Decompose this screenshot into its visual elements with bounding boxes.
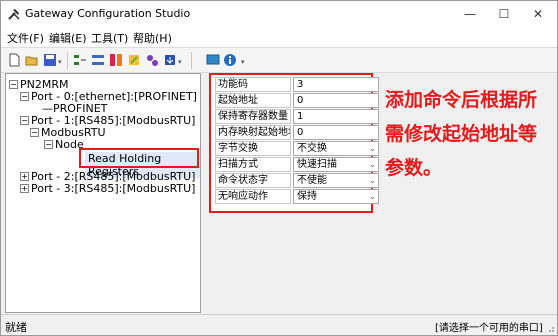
no-response-action-select[interactable]: 保持 ⌄ [293, 189, 379, 204]
maximize-button[interactable]: ☐ [487, 1, 521, 27]
menu-bar: 文件(F) 编辑(E) 工具(T) 帮助(H) [1, 27, 557, 47]
property-row: 字节交换 不交换 ⌄ [215, 141, 379, 156]
chevron-down-icon[interactable]: ▾ [178, 58, 182, 66]
chevron-down-icon[interactable]: ⌄ [369, 190, 376, 203]
property-label: 扫描方式 [215, 157, 291, 172]
scan-mode-select[interactable]: 快速扫描 ⌄ [293, 157, 379, 172]
info-icon[interactable] [223, 53, 237, 67]
expand-icon[interactable]: + [20, 184, 29, 193]
property-label: 起始地址 [215, 93, 291, 108]
app-window: Gateway Configuration Studio — ☐ ✕ 文件(F)… [0, 0, 558, 336]
collapse-icon[interactable]: − [20, 92, 29, 101]
menu-help[interactable]: 帮助(H) [133, 30, 172, 46]
property-row: 功能码 3 [215, 77, 379, 92]
function-code-field[interactable]: 3 [293, 77, 379, 92]
status-text: 就绪 [5, 321, 27, 334]
save-icon[interactable] [43, 53, 57, 67]
command-status-select[interactable]: 不使能 ⌄ [293, 173, 379, 188]
property-row: 起始地址 0 [215, 93, 379, 108]
property-label: 保持寄存器数量 [215, 109, 291, 124]
property-label: 功能码 [215, 77, 291, 92]
tree-node-port3[interactable]: + Port - 3:[RS485]:[ModbusRTU] [20, 182, 195, 195]
property-label: 无响应动作 [215, 189, 291, 204]
resize-grip-icon[interactable] [545, 323, 555, 333]
title-bar: Gateway Configuration Studio — ☐ ✕ [1, 1, 557, 27]
device-tree: − PN2MRM − Port - 0:[ethernet]:[PROFINET] … [5, 73, 201, 313]
annotation-text: 添加命令后根据所需修改起始地址等参数。 [385, 89, 538, 179]
collapse-icon[interactable]: − [30, 128, 39, 137]
property-row: 命令状态字 不使能 ⌄ [215, 173, 379, 188]
start-address-field[interactable]: 0 [293, 93, 379, 108]
menu-edit[interactable]: 编辑(E) [49, 30, 87, 46]
chevron-down-icon[interactable]: ⌄ [369, 174, 376, 187]
toolbar-separator [191, 52, 192, 69]
property-grid: 功能码 3 起始地址 0 保持寄存器数量 1 内存映射起始地址 0 字节交换 不… [209, 73, 379, 213]
property-label: 字节交换 [215, 141, 291, 156]
tree-node-node[interactable]: − Node [44, 138, 84, 151]
status-bar: 就绪 [请选择一个可用的串口] [1, 314, 557, 335]
chevron-down-icon[interactable]: ⌄ [369, 158, 376, 171]
add-module-icon[interactable] [91, 53, 105, 67]
command-highlight-box [79, 148, 199, 168]
add-command-icon[interactable] [109, 53, 123, 67]
minimize-button[interactable]: — [453, 1, 487, 27]
window-title: Gateway Configuration Studio [25, 7, 191, 20]
collapse-icon[interactable]: − [20, 116, 29, 125]
tools-icon [8, 9, 20, 20]
property-row: 无响应动作 保持 ⌄ [215, 189, 379, 204]
toolbar: ▾ ▾ ▾ [1, 47, 557, 73]
property-row: 内存映射起始地址 0 [215, 125, 379, 140]
add-port-icon[interactable] [73, 53, 87, 67]
expand-icon[interactable]: + [20, 172, 29, 181]
property-row: 保持寄存器数量 1 [215, 109, 379, 124]
chevron-down-icon[interactable]: ▾ [241, 58, 245, 66]
close-button[interactable]: ✕ [521, 1, 555, 27]
property-label: 内存映射起始地址 [215, 125, 291, 140]
edit-icon[interactable] [127, 53, 141, 67]
register-count-field[interactable]: 1 [293, 109, 379, 124]
new-icon[interactable] [7, 53, 21, 67]
property-label: 命令状态字 [215, 173, 291, 188]
collapse-icon[interactable]: − [44, 140, 53, 149]
settings-icon[interactable] [145, 53, 159, 67]
toolbar-separator [67, 52, 68, 69]
monitor-icon[interactable] [206, 53, 220, 67]
serial-port-status: [请选择一个可用的串口] [435, 323, 543, 334]
download-icon[interactable] [163, 53, 177, 67]
memory-map-address-field[interactable]: 0 [293, 125, 379, 140]
collapse-icon[interactable]: − [9, 80, 18, 89]
menu-tools[interactable]: 工具(T) [91, 30, 128, 46]
chevron-down-icon[interactable]: ▾ [58, 58, 62, 66]
property-row: 扫描方式 快速扫描 ⌄ [215, 157, 379, 172]
byte-swap-select[interactable]: 不交换 ⌄ [293, 141, 379, 156]
chevron-down-icon[interactable]: ⌄ [369, 142, 376, 155]
menu-file[interactable]: 文件(F) [7, 30, 44, 46]
open-icon[interactable] [25, 53, 39, 67]
